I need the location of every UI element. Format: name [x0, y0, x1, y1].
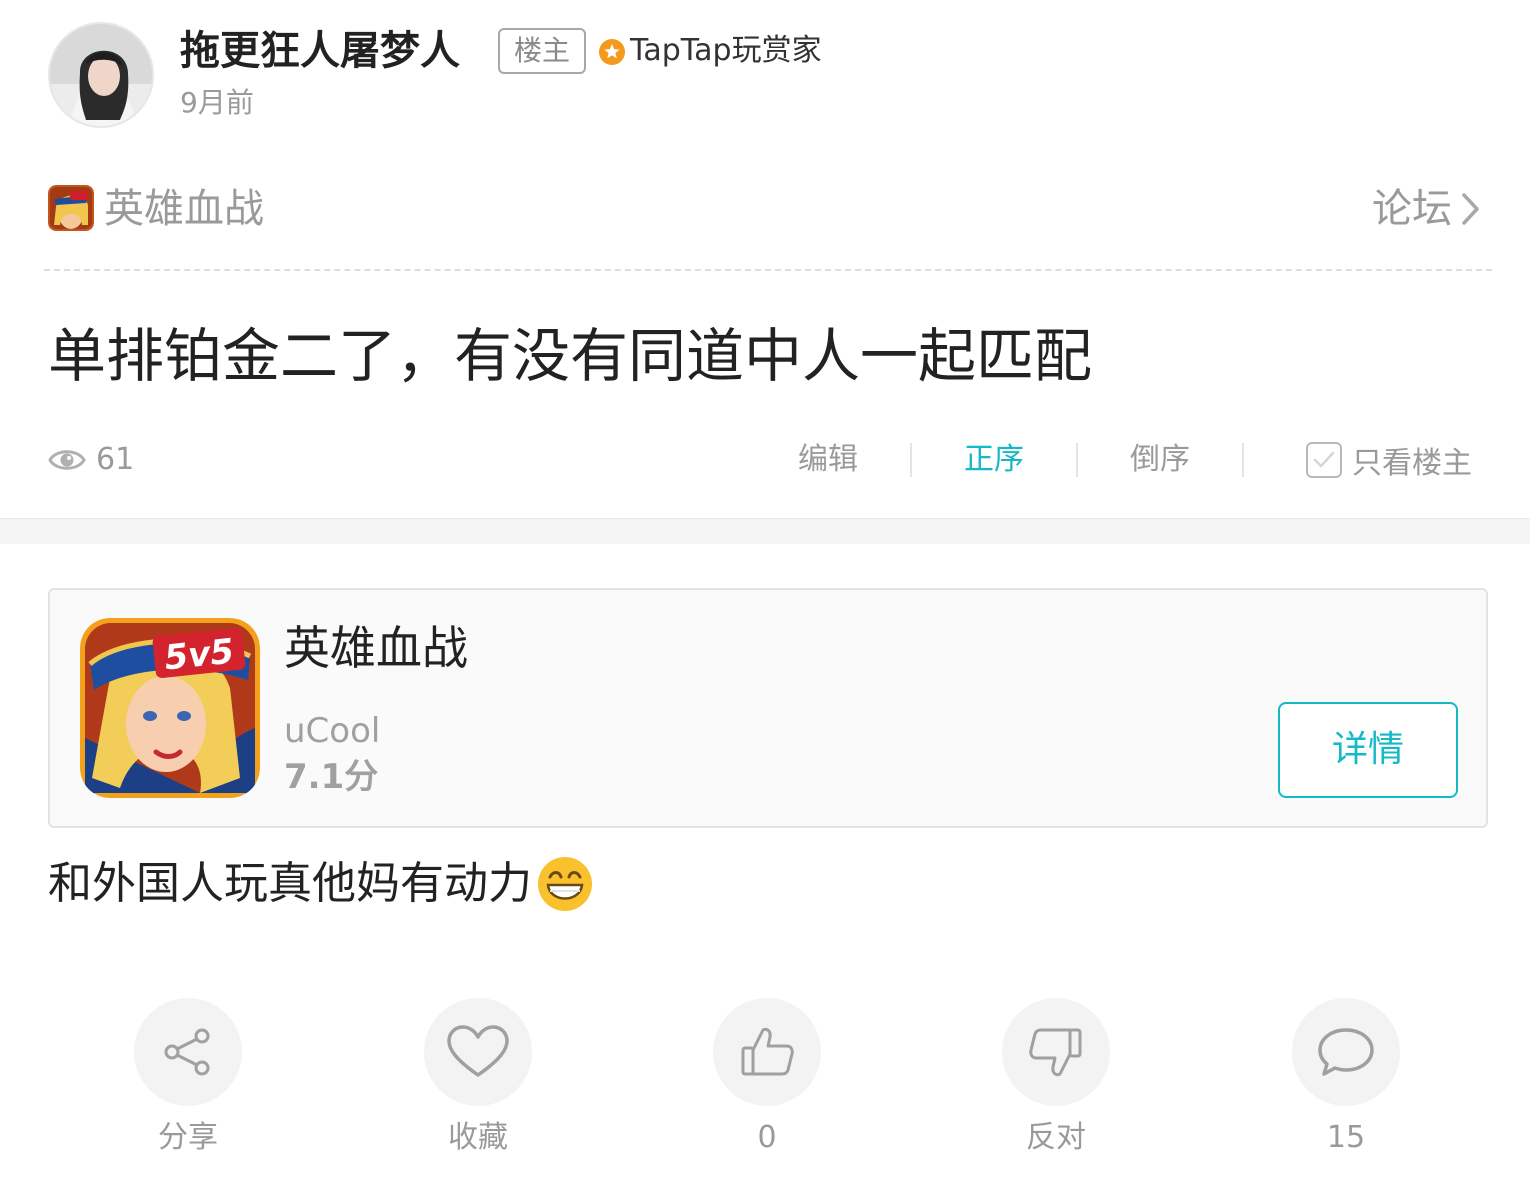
- bottom-action-bar: 分享 收藏 0 反对 15: [0, 998, 1530, 1158]
- like-count: 0: [757, 1120, 777, 1155]
- favorite-action[interactable]: 收藏: [378, 998, 578, 1160]
- app-icon-art: 5v5: [80, 618, 260, 798]
- edit-button[interactable]: 编辑: [746, 432, 910, 488]
- detail-button[interactable]: 详情: [1278, 702, 1458, 798]
- view-count: 61: [48, 438, 134, 482]
- author-name[interactable]: 拖更狂人屠梦人: [180, 22, 460, 80]
- post-body: 和外国人玩真他妈有动力: [48, 852, 594, 916]
- avatar-image: [50, 24, 152, 126]
- only-op-label: 只看楼主: [1352, 446, 1472, 481]
- checkbox-icon[interactable]: [1306, 442, 1342, 478]
- eye-icon: [48, 450, 86, 470]
- author-avatar[interactable]: [48, 22, 154, 128]
- post-actions: 编辑 正序 倒序 只看楼主: [746, 432, 1472, 488]
- view-count-value: 61: [96, 442, 135, 477]
- share-label: 分享: [158, 1120, 218, 1155]
- sort-asc-button[interactable]: 正序: [912, 432, 1076, 488]
- oppose-action[interactable]: 反对: [956, 998, 1156, 1160]
- chevron-right-icon: [1462, 193, 1479, 225]
- share-action[interactable]: 分享: [88, 998, 288, 1160]
- like-button[interactable]: [713, 998, 821, 1106]
- op-badge: 楼主: [498, 28, 586, 74]
- star-badge-icon: [599, 39, 625, 65]
- app-icon-text: 5v5: [163, 631, 236, 678]
- check-icon: [1313, 451, 1335, 468]
- only-op-toggle[interactable]: 只看楼主: [1244, 438, 1472, 482]
- forum-game-name[interactable]: 英雄血战: [104, 182, 264, 236]
- dashed-divider: [44, 269, 1492, 271]
- app-icon[interactable]: 5v5: [80, 618, 260, 798]
- sort-desc-button[interactable]: 倒序: [1078, 432, 1242, 488]
- user-title-badge: TapTap玩赏家: [630, 33, 822, 68]
- game-icon-art: [48, 185, 94, 231]
- like-action[interactable]: 0: [667, 998, 867, 1160]
- forum-link-label: 论坛: [1372, 186, 1452, 232]
- post-body-text: 和外国人玩真他妈有动力: [48, 858, 532, 909]
- grin-emoji-icon: [538, 857, 592, 911]
- heart-icon: [447, 1025, 509, 1077]
- post-title: 单排铂金二了，有没有同道中人一起匹配: [48, 322, 1093, 390]
- app-card[interactable]: 5v5 英雄血战 uCool 7.1分 详情: [48, 588, 1488, 828]
- oppose-label: 反对: [1026, 1120, 1086, 1155]
- app-developer: uCool: [284, 711, 381, 751]
- section-divider: [0, 518, 1530, 544]
- thumbs-up-icon: [741, 1027, 794, 1076]
- favorite-button[interactable]: [424, 998, 532, 1106]
- oppose-button[interactable]: [1002, 998, 1110, 1106]
- favorite-label: 收藏: [448, 1120, 508, 1155]
- comment-count: 15: [1326, 1120, 1366, 1155]
- comment-button[interactable]: [1292, 998, 1400, 1106]
- thumbs-down-icon: [1029, 1028, 1082, 1077]
- forum-link[interactable]: 论坛: [1372, 182, 1482, 236]
- share-button[interactable]: [134, 998, 242, 1106]
- share-icon: [164, 1028, 210, 1076]
- comment-action[interactable]: 15: [1246, 998, 1446, 1160]
- post-time: 9月前: [180, 86, 254, 119]
- app-score: 7.1分: [284, 757, 379, 797]
- app-name[interactable]: 英雄血战: [284, 616, 468, 680]
- game-mini-icon[interactable]: [48, 185, 94, 231]
- comment-bubble-icon: [1318, 1028, 1374, 1076]
